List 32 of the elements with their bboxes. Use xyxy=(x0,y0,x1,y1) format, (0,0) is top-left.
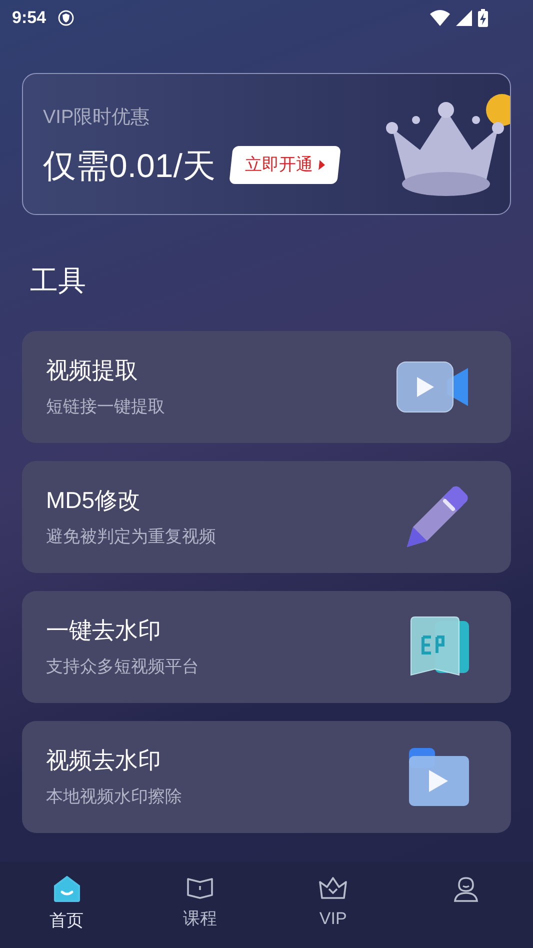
status-time: 9:54 xyxy=(12,7,46,30)
tool-title: 一键去水印 xyxy=(46,619,162,642)
section-title: 工具 xyxy=(29,264,87,298)
tool-title: 视频去水印 xyxy=(46,749,162,772)
crown-icon xyxy=(318,876,348,900)
tool-card[interactable]: 视频提取 短链接一键提取 xyxy=(22,331,511,443)
tool-title: 视频提取 xyxy=(46,359,139,382)
tool-card[interactable]: 视频去水印 本地视频水印擦除 xyxy=(22,721,511,833)
wifi-icon xyxy=(429,9,451,27)
tool-subtitle: 本地视频水印擦除 xyxy=(46,788,182,805)
person-icon xyxy=(453,876,480,902)
tool-subtitle: 支持众多短视频平台 xyxy=(46,658,199,675)
battery-icon xyxy=(477,8,489,28)
book-icon xyxy=(186,876,214,900)
vip-banner[interactable]: VIP限时优惠 仅需0.01/天 立即开通 xyxy=(22,73,511,215)
tab-item[interactable]: 首页 xyxy=(0,876,134,934)
shield-icon xyxy=(58,10,74,26)
tool-subtitle: 避免被判定为重复视频 xyxy=(46,528,216,545)
tool-subtitle: 短链接一键提取 xyxy=(46,398,165,415)
caret-icon xyxy=(318,160,326,170)
tab-item[interactable]: VIP xyxy=(266,876,400,932)
video-folder-icon xyxy=(407,746,471,808)
vip-price: 仅需0.01/天 xyxy=(43,148,216,182)
activate-button[interactable]: 立即开通 xyxy=(229,146,342,184)
home-icon xyxy=(52,876,81,902)
tab-item[interactable]: 课程 xyxy=(133,876,266,932)
tool-card[interactable]: 一键去水印 支持众多短视频平台 xyxy=(22,591,511,703)
tool-title: MD5修改 xyxy=(46,489,142,512)
video-camera-icon xyxy=(395,360,471,414)
tool-card[interactable]: MD5修改 避免被判定为重复视频 xyxy=(22,461,511,573)
vip-offer-label: VIP限时优惠 xyxy=(43,106,151,130)
signal-icon xyxy=(455,9,473,27)
